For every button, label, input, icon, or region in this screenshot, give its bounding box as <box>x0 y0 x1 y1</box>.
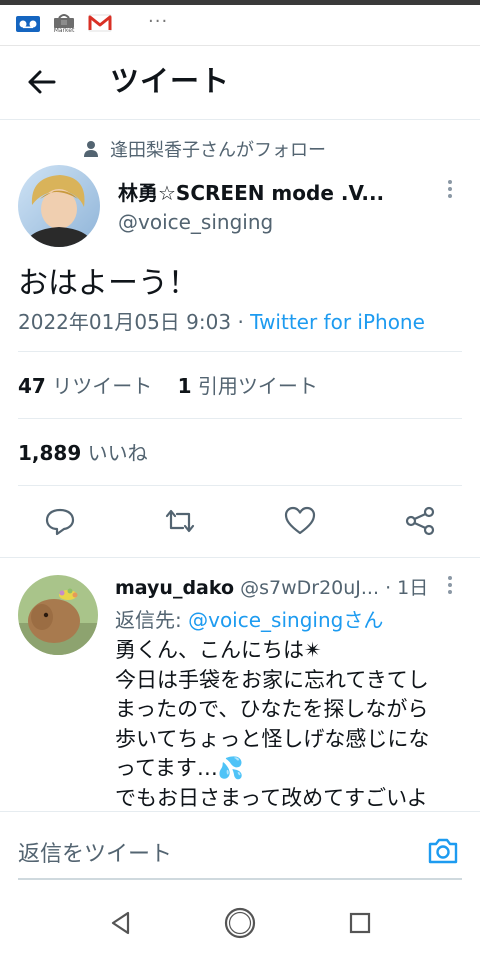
gmail-icon <box>88 14 112 32</box>
person-icon <box>84 141 98 157</box>
navigation-bar <box>0 884 480 960</box>
retweets-stat[interactable]: 47 リツイート <box>18 374 152 398</box>
reply-time: 1日 <box>397 577 429 599</box>
divider <box>0 557 480 558</box>
more-options-icon[interactable] <box>448 180 454 198</box>
recents-square-icon[interactable] <box>343 906 377 940</box>
reply-author-name[interactable]: mayu_dako <box>115 577 234 599</box>
home-circle-icon[interactable] <box>223 906 257 940</box>
share-icon[interactable] <box>403 504 437 538</box>
camera-icon[interactable] <box>426 834 460 868</box>
retweet-label: リツイート <box>52 374 153 398</box>
retweet-count: 47 <box>18 374 46 398</box>
market-label: Market <box>53 27 75 34</box>
author-avatar[interactable] <box>18 165 100 247</box>
meta-separator: · <box>237 310 244 334</box>
divider <box>18 485 462 486</box>
like-label: いいね <box>87 441 148 465</box>
reply-line: 今日は手袋をお家に忘れてきてし <box>115 667 429 692</box>
tweet-meta: 2022年01月05日 9:03 · Twitter for iPhone <box>18 306 425 335</box>
reply-line: でもお日さまって改めてすごいよ <box>115 785 428 810</box>
compose-divider <box>0 811 480 812</box>
reply-separator: · <box>385 577 392 599</box>
quotes-stat[interactable]: 1 引用ツイート <box>178 374 318 398</box>
voicemail-icon <box>16 16 40 32</box>
arrow-left-icon[interactable] <box>24 64 60 100</box>
page-title: ツイート <box>110 64 231 98</box>
divider <box>18 418 462 419</box>
quote-count: 1 <box>177 374 192 398</box>
header-divider <box>0 119 480 120</box>
compose-underline <box>18 878 462 880</box>
tweet-source-link[interactable]: Twitter for iPhone <box>250 310 425 334</box>
reply-line: 歩いてちょっと怪しげな感じにな <box>115 726 430 751</box>
market-app-icon: Market <box>52 12 76 36</box>
replying-to-link[interactable]: @voice_singingさん <box>188 608 383 632</box>
like-icon[interactable] <box>283 504 317 538</box>
replying-to: 返信先: @voice_singingさん <box>115 604 383 633</box>
divider <box>18 351 462 352</box>
engagement-stats: 47 リツイート 1 引用ツイート <box>18 370 318 399</box>
reply-avatar[interactable] <box>18 575 98 655</box>
reply-icon[interactable] <box>43 504 77 538</box>
tweet-timestamp: 2022年01月05日 9:03 <box>18 310 232 334</box>
back-triangle-icon[interactable] <box>104 906 138 940</box>
status-bar: Market ··· <box>0 5 480 45</box>
social-context-text: 逢田梨香子さんがフォロー <box>110 140 326 161</box>
like-count: 1,889 <box>18 441 82 465</box>
more-notifications-icon: ··· <box>148 11 169 32</box>
social-context[interactable]: 逢田梨香子さんがフォロー <box>84 137 326 161</box>
reply-line: ってます…💦 <box>115 756 245 780</box>
reply-input[interactable]: 返信をツイート <box>18 836 172 868</box>
likes-stat[interactable]: 1,889 いいね <box>18 437 148 466</box>
reply-line: まったので、ひなたを探しながら <box>115 697 429 721</box>
author-handle[interactable]: @voice_singing <box>118 210 273 234</box>
header: ツイート <box>0 46 480 119</box>
reply-more-options-icon[interactable] <box>448 576 454 594</box>
reply-author-handle[interactable]: @s7wDr20uJ... <box>240 577 379 599</box>
author-name[interactable]: 林勇☆SCREEN mode .V... <box>118 177 390 206</box>
replying-to-label: 返信先: <box>115 608 182 632</box>
reply-text: 勇くん、こんにちは✴ 今日は手袋をお家に忘れてきてし まったので、ひなたを探しな… <box>115 636 465 812</box>
reply-line: 勇くん、こんにちは✴ <box>115 638 322 662</box>
quote-label: 引用ツイート <box>197 374 318 398</box>
retweet-icon[interactable] <box>163 504 197 538</box>
reply-header: mayu_dako @s7wDr20uJ... · 1日 <box>115 573 445 600</box>
tweet-text: おはよーう！ <box>18 266 198 301</box>
